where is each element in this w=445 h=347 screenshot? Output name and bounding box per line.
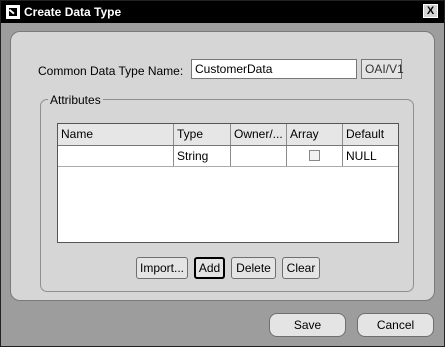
cell-type[interactable]: String	[174, 146, 231, 166]
data-type-name-input[interactable]: CustomerData	[191, 59, 357, 79]
attributes-table[interactable]: Name Type Owner/... Array Default String…	[57, 123, 399, 243]
close-button[interactable]: X	[423, 4, 438, 18]
cell-array[interactable]	[287, 146, 343, 166]
column-header-owner[interactable]: Owner/...	[231, 124, 287, 145]
window-title: Create Data Type	[24, 5, 122, 19]
clear-button[interactable]: Clear	[282, 257, 320, 279]
save-button[interactable]: Save	[269, 313, 346, 337]
cell-owner[interactable]	[231, 146, 287, 166]
delete-button[interactable]: Delete	[231, 257, 276, 279]
column-header-name[interactable]: Name	[58, 124, 174, 145]
name-label: Common Data Type Name:	[38, 64, 184, 78]
title-bar[interactable]: Create Data Type X	[1, 1, 444, 23]
add-button[interactable]: Add	[194, 257, 225, 279]
cancel-button[interactable]: Cancel	[357, 313, 434, 337]
table-header: Name Type Owner/... Array Default	[58, 124, 398, 146]
dialog-window: Create Data Type X Common Data Type Name…	[0, 0, 445, 347]
column-header-array[interactable]: Array	[287, 124, 343, 145]
table-row[interactable]: String NULL	[58, 146, 398, 167]
version-field: OAI/V1	[361, 59, 404, 79]
import-button[interactable]: Import...	[136, 257, 188, 279]
attributes-legend: Attributes	[48, 93, 103, 107]
column-header-type[interactable]: Type	[174, 124, 231, 145]
window-menu-icon[interactable]	[6, 5, 20, 19]
cell-default[interactable]: NULL	[343, 146, 398, 166]
cell-name[interactable]	[58, 146, 174, 166]
array-checkbox[interactable]	[309, 150, 320, 161]
column-header-default[interactable]: Default	[343, 124, 398, 145]
